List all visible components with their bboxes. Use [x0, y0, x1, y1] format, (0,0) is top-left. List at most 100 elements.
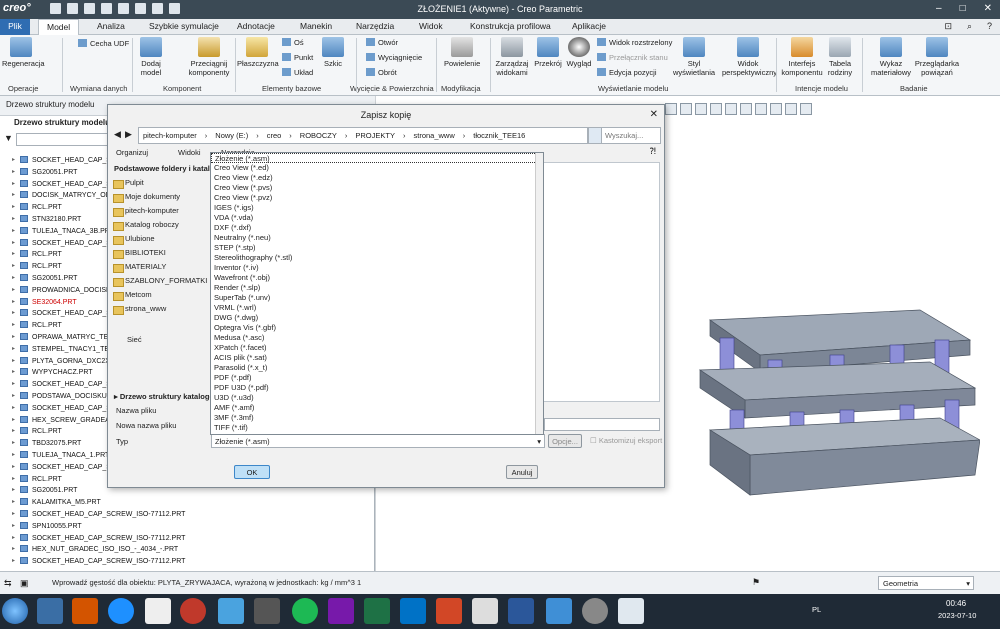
- expand-icon[interactable]: ▸: [12, 273, 15, 284]
- clock-time[interactable]: 00:46: [946, 599, 966, 608]
- file-type-option[interactable]: PDF (*.pdf): [211, 373, 543, 383]
- file-type-option[interactable]: Creo View (*.pvs): [211, 183, 543, 193]
- ok-button[interactable]: OK: [234, 465, 270, 479]
- styl-wyswietlania-button[interactable]: Styl wyświetlania: [672, 37, 716, 77]
- ct-icon[interactable]: [254, 598, 280, 624]
- expand-icon[interactable]: ▸: [12, 521, 15, 532]
- tree-item[interactable]: ▸ HEX_NUT_GRADEC_ISO_ISO_-_4034_-.PRT: [12, 544, 178, 555]
- tree-item[interactable]: ▸ STEMPEL_TNACY1_TEE: [12, 344, 114, 355]
- folder-item[interactable]: Moje dokumenty: [112, 190, 212, 204]
- path-separator-icon[interactable]: ›: [403, 131, 406, 140]
- status-icon-2[interactable]: ▣: [20, 578, 29, 589]
- edycja-pozycji-button[interactable]: Edycja pozycji: [597, 68, 657, 77]
- expand-icon[interactable]: ▸: [12, 202, 15, 213]
- messenger-icon[interactable]: [546, 598, 572, 624]
- tab-aplikacje[interactable]: Aplikacje: [572, 21, 606, 31]
- folder-item[interactable]: Metcom: [112, 288, 212, 302]
- os-button[interactable]: Oś: [282, 38, 304, 47]
- refit-icon[interactable]: [665, 103, 677, 115]
- maximize-icon[interactable]: □: [960, 3, 966, 14]
- file-type-option[interactable]: XPatch (*.facet): [211, 343, 543, 353]
- tree-item[interactable]: ▸ SG20051.PRT: [12, 485, 77, 496]
- annotation-display-icon[interactable]: [770, 103, 782, 115]
- customize-export-checkbox[interactable]: ☐ Kastomizuj eksport: [590, 436, 662, 445]
- tree-item[interactable]: ▸ TBD32075.PRT: [12, 438, 81, 449]
- expand-icon[interactable]: ▸: [12, 297, 15, 308]
- document-icon[interactable]: [472, 598, 498, 624]
- tab-plik[interactable]: Plik: [0, 19, 30, 35]
- expand-icon[interactable]: ▸: [12, 509, 15, 520]
- file-type-option[interactable]: IGES (*.igs): [211, 203, 543, 213]
- zarzadzaj-widokami-button[interactable]: Zarządzaj widokami: [494, 37, 530, 77]
- uklad-button[interactable]: Układ: [282, 68, 313, 77]
- folder-item[interactable]: strona_www: [112, 302, 212, 316]
- tree-item[interactable]: ▸ HEX_SCREW_GRADEAE: [12, 415, 114, 426]
- otwor-button[interactable]: Otwór: [366, 38, 398, 47]
- help-icon[interactable]: ?: [987, 21, 992, 31]
- tree-item[interactable]: ▸ SOCKET_HEAD_CAP_SC: [12, 308, 116, 319]
- folder-item[interactable]: SZABLONY_FORMATKI: [112, 274, 212, 288]
- address-bar[interactable]: pitech-komputer › Nowy (E:) › creo › ROBOCZY › P…: [138, 127, 588, 144]
- file-type-option[interactable]: Parasolid (*.x_t): [211, 363, 543, 373]
- path-separator-icon[interactable]: ›: [345, 131, 348, 140]
- expand-icon[interactable]: ▸: [12, 332, 15, 343]
- tree-item[interactable]: ▸ TULEJA_TNACA_1.PRT: [12, 450, 109, 461]
- expand-icon[interactable]: ▸: [12, 320, 15, 331]
- filter-icon[interactable]: ▼: [4, 133, 13, 143]
- punkt-button[interactable]: Punkt: [282, 53, 313, 62]
- expand-icon[interactable]: ▸: [12, 344, 15, 355]
- folder-item[interactable]: Ulubione: [112, 232, 212, 246]
- expand-icon[interactable]: ▸: [12, 450, 15, 461]
- tab-adnotacje[interactable]: Adnotacje: [237, 21, 275, 31]
- file-type-option[interactable]: Neutralny (*.neu): [211, 233, 543, 243]
- tree-item[interactable]: ▸ PLYTA_GORNA_DXC2X4: [12, 356, 114, 367]
- path-segment[interactable]: strona_www: [413, 131, 454, 140]
- interfejs-komponentu-button[interactable]: Interfejs komponentu: [780, 37, 824, 77]
- folder-item[interactable]: BIBLIOTEKI: [112, 246, 212, 260]
- word-icon[interactable]: [508, 598, 534, 624]
- file-list-area[interactable]: [542, 162, 660, 402]
- file-type-option[interactable]: Złożenie (*.asm): [211, 153, 543, 163]
- path-separator-icon[interactable]: ›: [256, 131, 259, 140]
- path-segment[interactable]: PROJEKTY: [355, 131, 395, 140]
- saved-views-icon[interactable]: [725, 103, 737, 115]
- expand-icon[interactable]: ▸: [12, 474, 15, 485]
- expand-icon[interactable]: ▸: [12, 379, 15, 390]
- excel-icon[interactable]: [364, 598, 390, 624]
- tree-item[interactable]: ▸ OPRAWA_MATRYC_TEE: [12, 332, 113, 343]
- group-badanie[interactable]: Badanie: [900, 84, 928, 93]
- expand-icon[interactable]: ▸: [12, 462, 15, 473]
- obrot-button[interactable]: Obrót: [366, 68, 397, 77]
- tree-item[interactable]: ▸ SOCKET_HEAD_CAP_SCREW_ISO-77112.PRT: [12, 509, 185, 520]
- file-type-option[interactable]: Creo View (*.edz): [211, 173, 543, 183]
- file-type-option[interactable]: TIFF (*.tif): [211, 423, 543, 433]
- tab-szybkie-symulacje[interactable]: Szybkie symulacje: [149, 21, 219, 31]
- filter-flag-icon[interactable]: ⚑: [752, 577, 760, 588]
- cancel-button[interactable]: Anuluj: [506, 465, 538, 479]
- start-button-icon[interactable]: [2, 598, 28, 624]
- file-type-option[interactable]: Wavefront (*.obj): [211, 273, 543, 283]
- powerpoint-icon[interactable]: [436, 598, 462, 624]
- expand-icon[interactable]: ▸: [12, 497, 15, 508]
- group-intencje[interactable]: Intencje modelu: [795, 84, 848, 93]
- tab-konstrukcja-profilowa[interactable]: Konstrukcja profilowa: [470, 21, 551, 31]
- expand-icon[interactable]: ▸: [12, 485, 15, 496]
- expand-icon[interactable]: ▸: [12, 533, 15, 544]
- settings-icon[interactable]: [582, 598, 608, 624]
- widok-rozstrzelony-button[interactable]: Widok rozstrzelony: [597, 38, 672, 47]
- file-type-option[interactable]: DXF (*.dxf): [211, 223, 543, 233]
- network-item[interactable]: Sieć: [114, 335, 142, 344]
- expand-icon[interactable]: ▸: [12, 155, 15, 166]
- tree-item[interactable]: ▸ DOCISK_MATRYCY_OD: [12, 190, 111, 201]
- wyglad-button[interactable]: Wygląd: [564, 37, 594, 68]
- file-type-option[interactable]: ACIS plik (*.sat): [211, 353, 543, 363]
- folder-item[interactable]: pitech-komputer: [112, 204, 212, 218]
- expand-icon[interactable]: ▸: [12, 556, 15, 567]
- file-type-option[interactable]: 3MF (*.3mf): [211, 413, 543, 423]
- tree-item[interactable]: ▸ PROWADNICA_DOCISK: [12, 285, 111, 296]
- folder-item[interactable]: Pulpit: [112, 176, 212, 190]
- zoom-in-icon[interactable]: [680, 103, 692, 115]
- file-type-option[interactable]: U3D (*.u3d): [211, 393, 543, 403]
- wyciagniecie-button[interactable]: Wyciągnięcie: [366, 53, 422, 62]
- language-indicator[interactable]: PL: [812, 605, 821, 614]
